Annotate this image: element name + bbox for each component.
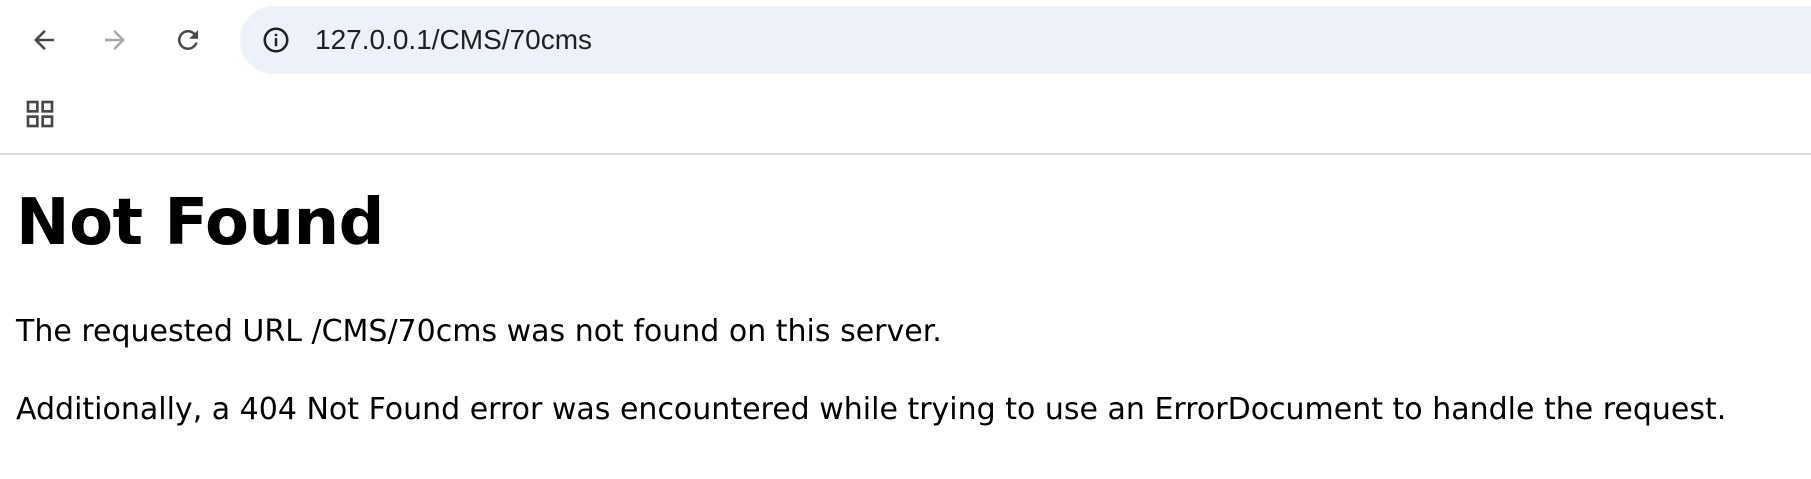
page-title: Not Found [16,186,384,260]
forward-button[interactable] [93,18,137,62]
arrow-right-icon [105,30,125,50]
browser-chrome: 127.0.0.1/CMS/70cms [0,0,1811,155]
additional-error-message: Additionally, a 404 Not Found error was … [16,392,1727,427]
apps-button[interactable] [20,94,60,134]
reload-icon [177,29,198,50]
site-info-button[interactable] [254,18,298,62]
browser-toolbar: 127.0.0.1/CMS/70cms [0,0,1811,80]
url-text[interactable]: 127.0.0.1/CMS/70cms [315,23,592,57]
arrow-left-icon [34,30,54,50]
page-content: Not Found The requested URL /CMS/70cms w… [0,155,1811,479]
error-message: The requested URL /CMS/70cms was not fou… [16,314,942,349]
address-bar[interactable]: 127.0.0.1/CMS/70cms [240,6,1811,74]
bookmarks-bar [0,88,1811,148]
info-circle-icon [263,27,289,53]
reload-button[interactable] [166,18,210,62]
back-button[interactable] [22,18,66,62]
apps-grid-icon [26,100,54,128]
